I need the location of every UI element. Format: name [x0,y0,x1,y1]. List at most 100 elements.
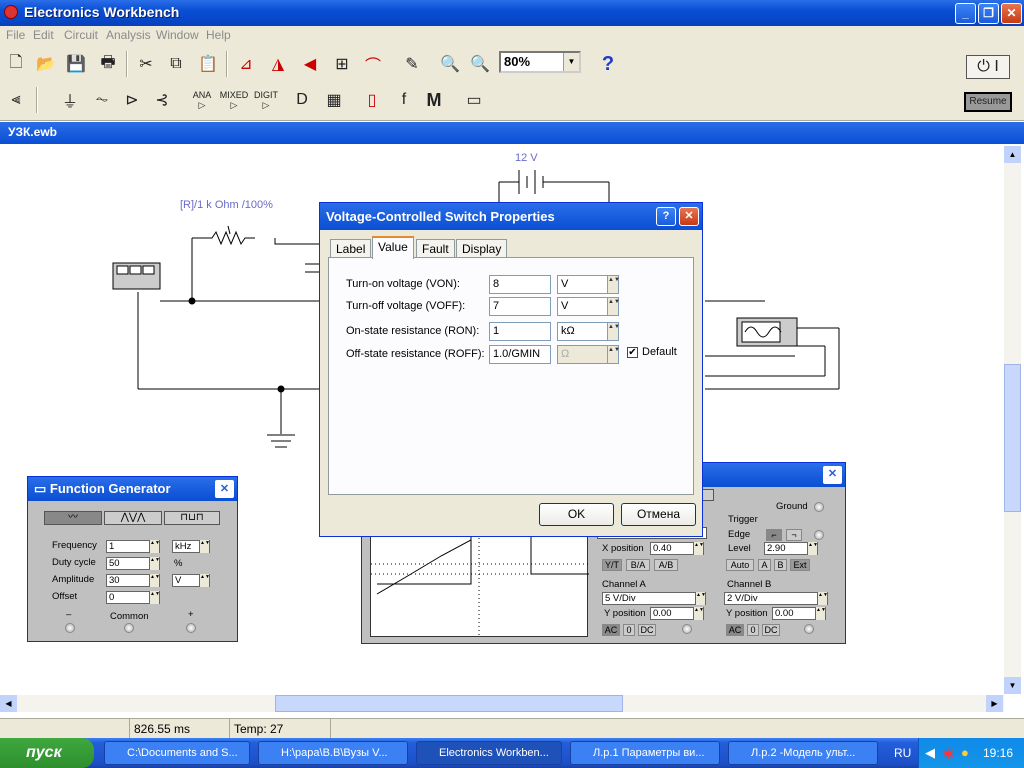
channel-b-terminal[interactable] [804,624,814,634]
scroll-left-icon[interactable]: ◀ [0,695,17,712]
component-properties-icon[interactable]: ✎ [398,50,426,78]
amplitude-unit-select[interactable]: V [172,574,210,587]
logic-gates-icon[interactable]: D [288,86,316,114]
roff-input[interactable]: 1.0/GMIN [489,345,551,364]
task-explorer[interactable]: H:\papa\B.B\Вузы V... [258,741,408,765]
duty-cycle-input[interactable]: 50 [106,557,160,570]
mode-ab-button[interactable]: A/B [654,559,678,571]
close-button[interactable]: ✕ [1001,3,1022,24]
language-indicator[interactable]: RU [894,746,911,760]
horizontal-scrollbar[interactable]: ◀ ▶ [0,695,1004,712]
menu-circuit[interactable]: Circuit [64,28,98,42]
vertical-scroll-thumb[interactable] [1004,364,1021,512]
tab-value[interactable]: Value [372,236,414,259]
rotate-icon[interactable]: ⊿ [232,50,260,78]
digital-ics-icon[interactable]: DIGIT ▷ [252,86,280,114]
channel-a-volts-input[interactable]: 5 V/Div [602,592,706,605]
resume-button[interactable]: Resume [964,92,1012,112]
menu-help[interactable]: Help [206,28,231,42]
menu-file[interactable]: File [6,28,25,42]
task-documents[interactable]: C:\Documents and S... [104,741,250,765]
zoom-in-icon[interactable]: 🔍 [466,50,494,78]
open-folder-icon[interactable]: 📂 [32,50,60,78]
channel-a-ac-button[interactable]: AC [602,624,620,636]
graph-icon[interactable]: ⌒ [359,50,387,78]
indicators-icon[interactable]: ▯ [358,86,386,114]
task-electronics-workbench[interactable]: Electronics Workben... [416,741,562,765]
tray-app-icon[interactable]: ● [961,745,969,760]
sources-icon[interactable]: ⏚ [56,86,84,114]
dialog-help-icon[interactable]: ? [656,207,676,226]
positive-terminal[interactable] [186,623,196,633]
trigger-ext-button[interactable]: Ext [790,559,810,571]
flip-vertical-icon[interactable]: ◀ [296,50,324,78]
channel-b-dc-button[interactable]: DC [762,624,780,636]
task-word-lr1[interactable]: Л.р.1 Параметры ви... [570,741,720,765]
controls-icon[interactable]: f [390,86,418,114]
channel-a-ypos-input[interactable]: 0.00 [650,607,704,620]
back-arrow-icon[interactable]: ◀ [925,745,935,761]
menu-analysis[interactable]: Analysis [106,28,151,42]
von-unit-select[interactable]: V [557,275,619,294]
minimize-button[interactable]: _ [955,3,976,24]
print-icon[interactable]: 🖶 [94,50,122,78]
tab-fault[interactable]: Fault [416,239,455,258]
channel-a-zero-button[interactable]: 0 [623,624,635,636]
diodes-icon[interactable]: ⊳ [118,86,146,114]
chevron-down-icon[interactable]: ▼ [563,53,579,71]
roff-unit-select[interactable]: Ω [557,345,619,364]
digital-icon[interactable]: ▦ [320,86,348,114]
ok-button[interactable]: OK [539,503,614,526]
triangle-wave-button[interactable]: ⋀⋁⋀ [104,511,162,525]
mode-yt-button[interactable]: Y/T [602,559,622,571]
mode-ba-button[interactable]: B/A [626,559,650,571]
trigger-b-button[interactable]: B [774,559,787,571]
sine-wave-button[interactable]: 〰 [44,511,102,525]
trigger-auto-button[interactable]: Auto [726,559,754,571]
square-wave-button[interactable]: ⊓⊔⊓ [164,511,220,525]
paste-icon[interactable]: 📋 [194,50,222,78]
save-icon[interactable]: 💾 [62,50,90,78]
dialog-close-icon[interactable]: ✕ [679,207,699,226]
voff-input[interactable]: 7 [489,297,551,316]
menu-edit[interactable]: Edit [33,28,54,42]
vertical-scrollbar[interactable]: ▲ ▼ [1004,146,1021,694]
opera-icon[interactable]: ◉ [943,745,954,761]
zoom-select[interactable]: 80% ▼ [499,51,581,73]
channel-b-ypos-input[interactable]: 0.00 [772,607,826,620]
help-icon[interactable]: ? [594,50,622,78]
horizontal-scroll-thumb[interactable] [275,695,623,712]
analog-ics-icon[interactable]: ANA ▷ [188,86,216,114]
subcircuit-icon[interactable]: ⊞ [328,50,356,78]
trigger-level-input[interactable]: 2.90 [764,542,818,555]
maximize-button[interactable]: ❐ [978,3,999,24]
channel-b-volts-input[interactable]: 2 V/Div [724,592,828,605]
parts-bin-icon[interactable]: ⫷ [2,86,30,114]
scroll-right-icon[interactable]: ▶ [986,695,1003,712]
falling-edge-icon[interactable]: ¬ [786,529,802,541]
common-terminal[interactable] [124,623,134,633]
ron-input[interactable]: 1 [489,322,551,341]
power-switch-icon[interactable]: ⏻ I [966,55,1010,79]
oscilloscope-close-icon[interactable]: ✕ [823,466,842,484]
tab-display[interactable]: Display [456,239,508,258]
negative-terminal[interactable] [65,623,75,633]
von-input[interactable]: 8 [489,275,551,294]
scroll-up-icon[interactable]: ▲ [1004,146,1021,163]
cut-icon[interactable]: ✂ [132,50,160,78]
x-position-input[interactable]: 0.40 [650,542,704,555]
channel-a-dc-button[interactable]: DC [638,624,656,636]
basic-icon[interactable]: ⏦ [88,86,116,114]
frequency-input[interactable]: 1 [106,540,160,553]
function-generator-close-icon[interactable]: ✕ [215,480,234,498]
new-file-icon[interactable]: 🗋 [2,50,30,78]
menu-window[interactable]: Window [156,28,199,42]
default-checkbox[interactable]: ✔ [627,347,638,358]
transistors-icon[interactable]: ⊰ [148,86,176,114]
channel-b-ac-button[interactable]: AC [726,624,744,636]
voff-unit-select[interactable]: V [557,297,619,316]
offset-input[interactable]: 0 [106,591,160,604]
amplitude-input[interactable]: 30 [106,574,160,587]
channel-a-terminal[interactable] [682,624,692,634]
ground-terminal[interactable] [814,502,824,512]
